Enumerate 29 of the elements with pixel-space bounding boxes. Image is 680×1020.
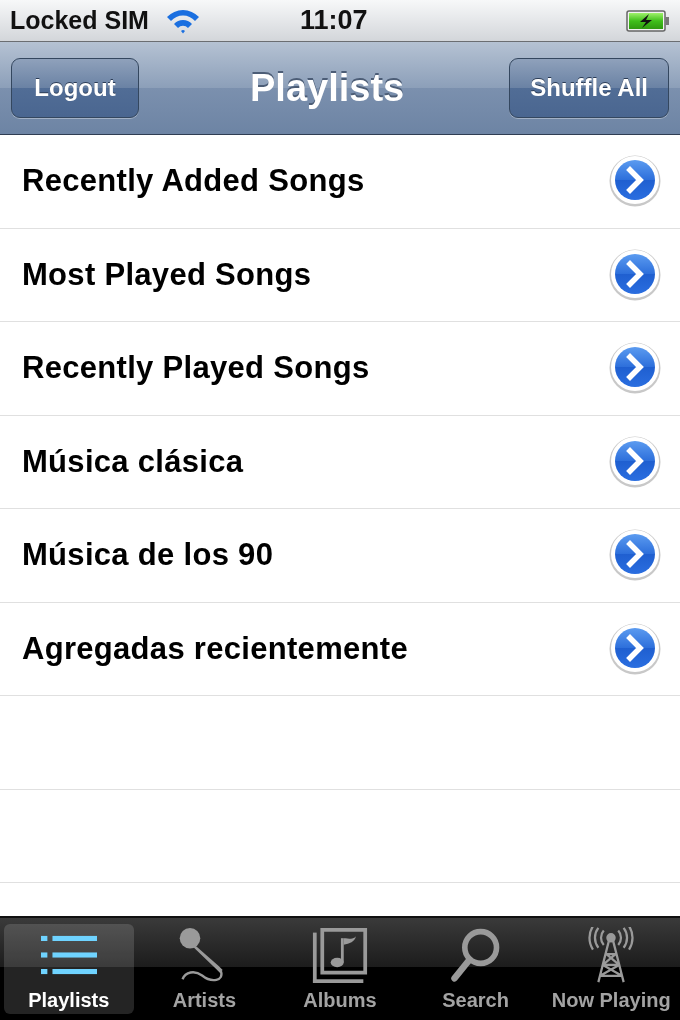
disclosure-chevron-icon[interactable] (608, 621, 662, 676)
disclosure-chevron-icon[interactable] (608, 434, 662, 489)
playlist-row[interactable]: Música clásica (0, 415, 680, 509)
playlist-name: Agregadas recientemente (22, 630, 408, 667)
playlist-name: Recently Added Songs (22, 163, 365, 200)
tab[interactable]: Search (410, 924, 541, 1014)
clock-time: 11:07 (300, 5, 368, 36)
album-music-note-icon (312, 927, 368, 983)
tab[interactable]: Albums (275, 924, 405, 1014)
playlist-row[interactable]: Música de los 90 (0, 509, 680, 603)
disclosure-chevron-icon[interactable] (608, 247, 662, 302)
tab[interactable]: Now Playing (546, 924, 676, 1014)
playlist-row[interactable]: Recently Played Songs (0, 322, 680, 416)
playlist-name: Most Played Songs (22, 256, 312, 293)
playlist-name: Recently Played Songs (22, 350, 370, 387)
logout-button[interactable]: Logout (11, 58, 139, 118)
disclosure-chevron-icon[interactable] (608, 154, 662, 209)
disclosure-chevron-icon[interactable] (608, 341, 662, 396)
playlist-name: Música de los 90 (22, 537, 274, 574)
tab[interactable]: Playlists (4, 924, 134, 1014)
playlist-row[interactable]: Recently Added Songs (0, 135, 680, 229)
shuffle-all-button[interactable]: Shuffle All (509, 58, 669, 118)
page-title: Playlists (250, 66, 405, 110)
playlist-row[interactable]: Most Played Songs (0, 228, 680, 322)
tab[interactable]: Artists (139, 924, 270, 1014)
battery-charging-icon (626, 9, 670, 32)
playlist-name: Música clásica (22, 443, 244, 480)
disclosure-chevron-icon[interactable] (608, 528, 662, 583)
carrier-label: Locked SIM (10, 6, 149, 35)
